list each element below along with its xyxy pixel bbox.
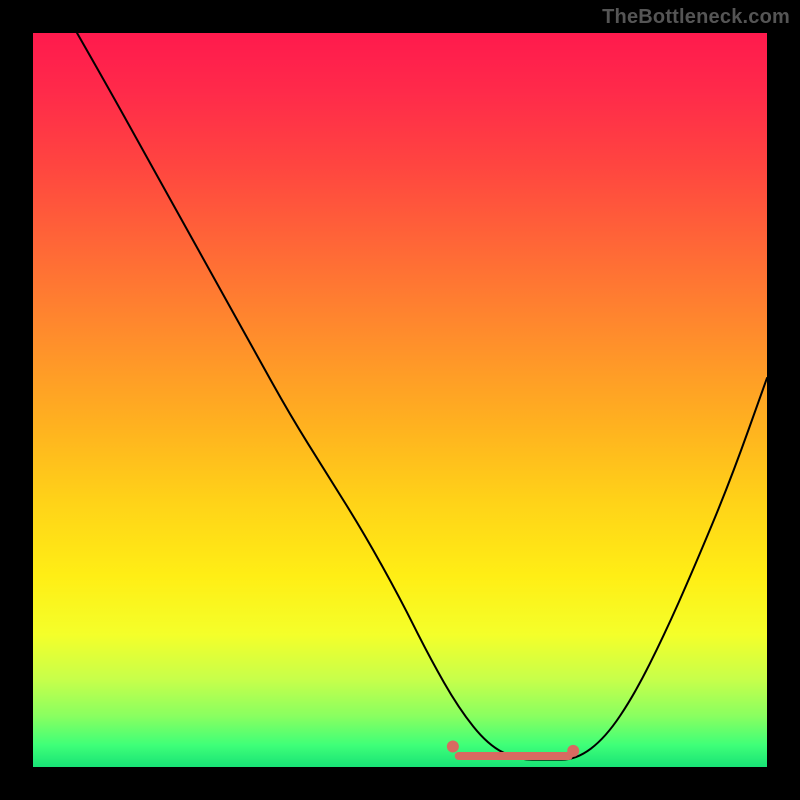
attribution-text: TheBottleneck.com [602, 6, 790, 29]
optimal-range-dot-left [447, 740, 459, 752]
chart-svg [33, 33, 767, 767]
optimal-range-dot-right [567, 745, 579, 757]
chart-plot-area [33, 33, 767, 767]
bottleneck-curve [77, 33, 767, 760]
